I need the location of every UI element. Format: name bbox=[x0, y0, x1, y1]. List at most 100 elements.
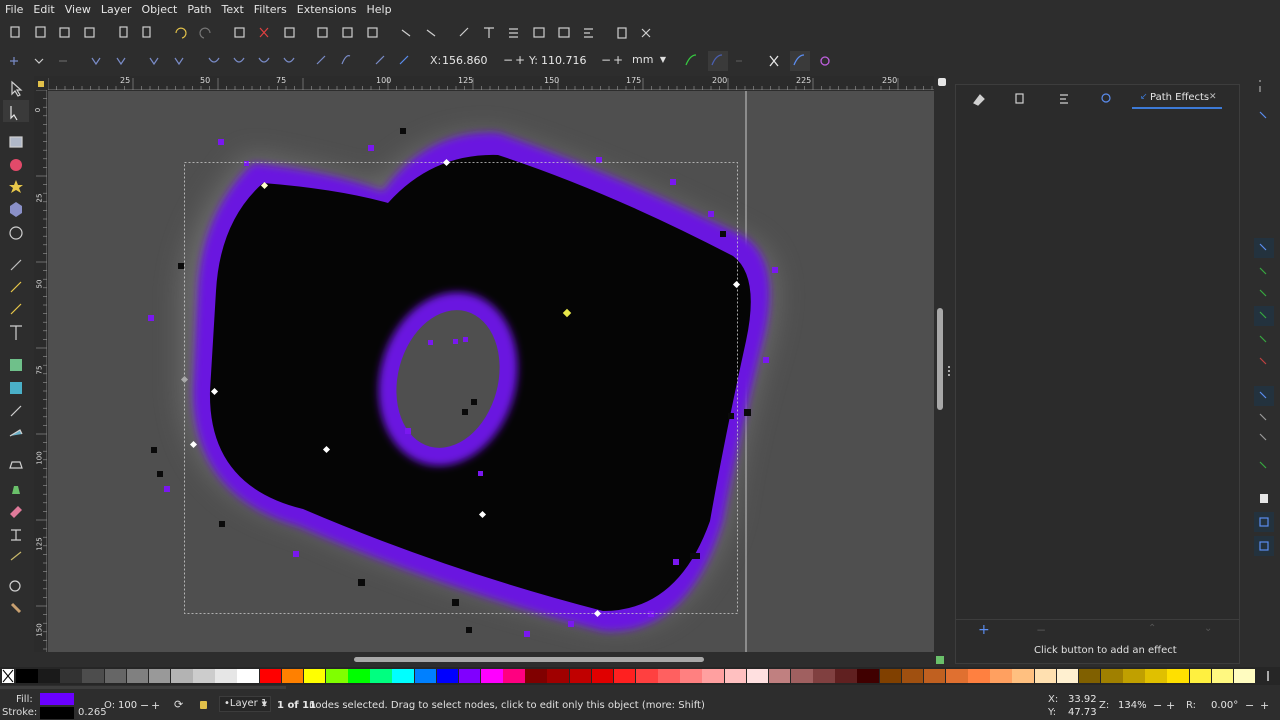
palette-swatch[interactable] bbox=[104, 669, 127, 683]
palette-swatch[interactable] bbox=[835, 669, 857, 683]
menu-help[interactable]: Help bbox=[361, 0, 396, 20]
palette-swatch[interactable] bbox=[414, 669, 437, 683]
palette-swatch[interactable] bbox=[1167, 669, 1190, 683]
x-increment-button[interactable]: + bbox=[515, 53, 525, 67]
palette-swatch[interactable] bbox=[946, 669, 968, 683]
palette-swatch[interactable] bbox=[370, 669, 392, 683]
tab-fill-stroke[interactable] bbox=[976, 88, 990, 102]
palette-swatch[interactable] bbox=[569, 669, 592, 683]
rotation-field[interactable]: 0.00° bbox=[1211, 700, 1238, 711]
palette-swatch[interactable] bbox=[171, 669, 193, 683]
opacity-decrement-button[interactable]: − bbox=[140, 699, 149, 712]
drawing-canvas[interactable] bbox=[48, 91, 934, 652]
palette-swatch[interactable] bbox=[193, 669, 215, 683]
palette-swatch[interactable] bbox=[613, 669, 636, 683]
palette-swatch[interactable] bbox=[458, 669, 481, 683]
palette-scrollbar[interactable] bbox=[0, 686, 286, 689]
layer-dropdown[interactable]: •Layer 1 ▼ bbox=[219, 696, 271, 712]
palette-swatch[interactable] bbox=[281, 669, 304, 683]
vertical-scroll-thumb[interactable] bbox=[937, 308, 943, 410]
opacity-field[interactable]: 100 bbox=[118, 700, 137, 711]
tab-find[interactable] bbox=[1100, 88, 1114, 102]
palette-swatch[interactable] bbox=[658, 669, 680, 683]
add-effect-icon[interactable]: + bbox=[978, 622, 990, 638]
move-up-icon[interactable]: ⌃ bbox=[1148, 623, 1156, 634]
remove-effect-icon[interactable]: − bbox=[1036, 623, 1046, 637]
stroke-width-value[interactable]: 0.265 bbox=[78, 707, 107, 718]
tab-document-properties[interactable] bbox=[1014, 88, 1028, 102]
stroke-swatch[interactable] bbox=[40, 707, 74, 719]
no-paint-swatch[interactable] bbox=[2, 669, 14, 683]
palette-swatch[interactable] bbox=[1012, 669, 1035, 683]
palette-swatch[interactable] bbox=[392, 669, 415, 683]
ruler-corner-lock-icon[interactable] bbox=[34, 76, 48, 90]
palette-swatch[interactable] bbox=[1078, 669, 1101, 683]
palette-swatch[interactable] bbox=[1056, 669, 1079, 683]
palette-swatch[interactable] bbox=[215, 669, 237, 683]
rotation-increment-button[interactable]: + bbox=[1260, 699, 1269, 712]
opacity-increment-button[interactable]: + bbox=[151, 699, 160, 712]
palette-swatch[interactable] bbox=[547, 669, 570, 683]
palette-swatch[interactable] bbox=[1189, 669, 1212, 683]
tab-align-distribute[interactable] bbox=[1058, 88, 1072, 102]
menu-filters[interactable]: Filters bbox=[249, 0, 292, 20]
palette-swatch[interactable] bbox=[702, 669, 725, 683]
palette-swatch[interactable] bbox=[436, 669, 459, 683]
menu-object[interactable]: Object bbox=[137, 0, 183, 20]
palette-swatch[interactable] bbox=[680, 669, 702, 683]
palette-swatch[interactable] bbox=[348, 669, 370, 683]
palette-swatch[interactable] bbox=[259, 669, 282, 683]
x-decrement-button[interactable]: − bbox=[503, 53, 513, 67]
palette-swatch[interactable] bbox=[16, 669, 38, 683]
palette-swatch[interactable] bbox=[148, 669, 171, 683]
palette-swatch[interactable] bbox=[60, 669, 82, 683]
palette-swatch[interactable] bbox=[82, 669, 105, 683]
palette-swatch[interactable] bbox=[746, 669, 769, 683]
menu-layer[interactable]: Layer bbox=[96, 0, 137, 20]
palette-swatch[interactable] bbox=[303, 669, 326, 683]
palette-swatch[interactable] bbox=[481, 669, 503, 683]
menu-extensions[interactable]: Extensions bbox=[292, 0, 362, 20]
menu-edit[interactable]: Edit bbox=[28, 0, 59, 20]
x-field[interactable]: 156.860 bbox=[442, 54, 488, 67]
move-down-icon[interactable]: ⌄ bbox=[1204, 623, 1212, 634]
fill-swatch[interactable] bbox=[40, 693, 74, 705]
palette-swatch[interactable] bbox=[1211, 669, 1234, 683]
palette-swatch[interactable] bbox=[1034, 669, 1057, 683]
horizontal-scroll-thumb[interactable] bbox=[354, 657, 704, 662]
palette-swatch[interactable] bbox=[1145, 669, 1167, 683]
y-increment-button[interactable]: + bbox=[613, 53, 623, 67]
palette-menu-icon[interactable] bbox=[1263, 670, 1273, 682]
palette-swatch[interactable] bbox=[857, 669, 880, 683]
vertical-ruler[interactable]: 0 25 50 75 100 125 150 bbox=[34, 89, 47, 652]
palette-swatch[interactable] bbox=[879, 669, 902, 683]
menu-view[interactable]: View bbox=[60, 0, 96, 20]
palette-swatch[interactable] bbox=[1123, 669, 1145, 683]
palette-swatch[interactable] bbox=[591, 669, 614, 683]
palette-swatch[interactable] bbox=[38, 669, 60, 683]
y-field[interactable]: 110.716 bbox=[541, 54, 587, 67]
menu-file[interactable]: File bbox=[0, 0, 28, 20]
palette-swatch[interactable] bbox=[990, 669, 1012, 683]
palette-swatch[interactable] bbox=[923, 669, 946, 683]
close-icon[interactable]: ✕ bbox=[1209, 92, 1217, 102]
y-decrement-button[interactable]: − bbox=[601, 53, 611, 67]
palette-swatch[interactable] bbox=[768, 669, 791, 683]
zoom-field[interactable]: 134% bbox=[1118, 700, 1147, 711]
palette-swatch[interactable] bbox=[813, 669, 835, 683]
palette-swatch[interactable] bbox=[968, 669, 990, 683]
palette-swatch[interactable] bbox=[326, 669, 348, 683]
palette-swatch[interactable] bbox=[791, 669, 813, 683]
palette-swatch[interactable] bbox=[503, 669, 525, 683]
palette-swatch[interactable] bbox=[525, 669, 547, 683]
snap-toggle[interactable] bbox=[938, 78, 946, 86]
palette-swatch[interactable] bbox=[636, 669, 658, 683]
visibility-toggle-icon[interactable]: ⟳ bbox=[174, 698, 183, 711]
palette-swatch[interactable] bbox=[724, 669, 747, 683]
tab-path-effects[interactable]: ↙ Path Effects ✕ bbox=[1132, 87, 1222, 109]
palette-swatch[interactable] bbox=[1101, 669, 1123, 683]
dock-handle[interactable] bbox=[947, 366, 951, 378]
horizontal-ruler[interactable]: 25 50 75 100 125 150 175 200 225 250 bbox=[47, 76, 934, 90]
menu-path[interactable]: Path bbox=[182, 0, 216, 20]
horizontal-scrollbar[interactable] bbox=[48, 652, 944, 666]
